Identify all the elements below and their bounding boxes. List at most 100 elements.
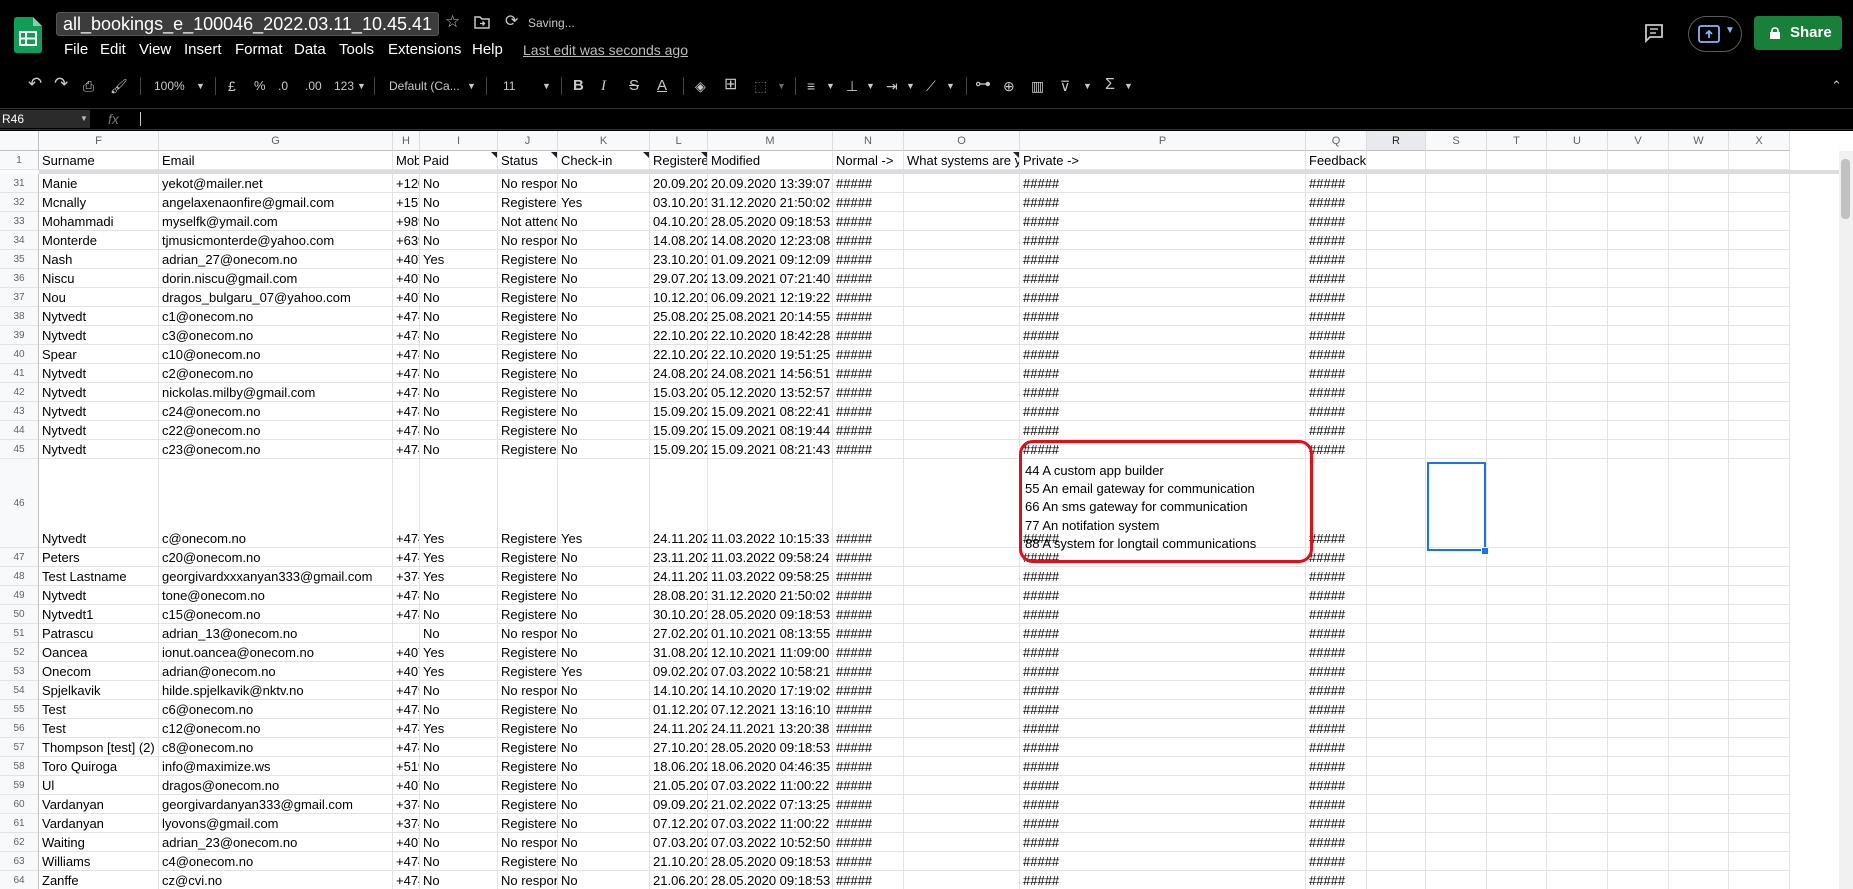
table-cell[interactable]: No xyxy=(420,681,498,700)
table-cell[interactable] xyxy=(1487,421,1547,440)
table-cell[interactable]: c8@onecom.no xyxy=(159,738,393,757)
table-cell[interactable]: 15.09.2021 08:22:41 xyxy=(708,402,833,421)
table-cell[interactable]: Registered xyxy=(498,288,558,307)
table-cell[interactable]: ##### xyxy=(833,681,904,700)
table-cell[interactable] xyxy=(1729,586,1790,605)
table-cell[interactable]: No xyxy=(558,833,650,852)
move-folder-icon[interactable] xyxy=(474,15,490,29)
row-header[interactable]: 56 xyxy=(0,719,39,738)
table-cell[interactable]: +4740874020 xyxy=(393,326,420,345)
table-cell[interactable]: ##### xyxy=(1306,871,1367,889)
table-cell[interactable]: Nytvedt xyxy=(39,421,159,440)
table-cell[interactable]: ##### xyxy=(833,421,904,440)
table-cell[interactable] xyxy=(1426,567,1487,586)
table-cell[interactable]: No xyxy=(558,288,650,307)
table-cell[interactable]: ##### xyxy=(1020,833,1306,852)
table-cell[interactable] xyxy=(1487,193,1547,212)
table-cell[interactable]: Registered xyxy=(498,567,558,586)
table-cell[interactable] xyxy=(1669,833,1729,852)
table-cell[interactable]: ##### xyxy=(833,738,904,757)
table-cell[interactable] xyxy=(1487,852,1547,871)
header-cell[interactable]: Status xyxy=(498,151,558,170)
table-cell[interactable]: 24.11.2021 13:29:34 xyxy=(650,567,708,586)
table-cell[interactable] xyxy=(1487,250,1547,269)
table-cell[interactable]: 31.12.2020 21:50:02 xyxy=(708,586,833,605)
header-cell[interactable]: Email xyxy=(159,151,393,170)
table-cell[interactable]: +4740874020 xyxy=(393,364,420,383)
table-cell[interactable] xyxy=(1487,833,1547,852)
table-cell[interactable]: ##### xyxy=(1020,250,1306,269)
functions-button[interactable]: Σ xyxy=(1105,75,1115,95)
name-box[interactable]: R46 ▼ xyxy=(0,110,90,128)
table-cell[interactable]: Registered xyxy=(498,383,558,402)
table-cell[interactable] xyxy=(1487,662,1547,681)
table-cell[interactable]: 23.10.2017 14:08:59 xyxy=(650,250,708,269)
row-header[interactable]: 52 xyxy=(0,643,39,662)
table-cell[interactable]: lyovons@gmail.com xyxy=(159,814,393,833)
table-cell[interactable] xyxy=(1367,852,1426,871)
table-cell[interactable]: +4740874020 xyxy=(393,852,420,871)
row-header[interactable]: 48 xyxy=(0,567,39,586)
last-edit-link[interactable]: Last edit was seconds ago xyxy=(523,40,688,60)
table-cell[interactable]: ##### xyxy=(833,326,904,345)
table-cell[interactable]: ##### xyxy=(1306,700,1367,719)
table-cell[interactable]: 22.10.2020 18:42:28 xyxy=(708,326,833,345)
table-cell[interactable]: ##### xyxy=(833,269,904,288)
table-cell[interactable]: Oancea xyxy=(39,643,159,662)
table-cell[interactable]: ##### xyxy=(1306,833,1367,852)
table-cell[interactable] xyxy=(1608,421,1669,440)
table-cell[interactable]: ##### xyxy=(1020,269,1306,288)
table-cell[interactable] xyxy=(1608,364,1669,383)
table-cell[interactable]: ##### xyxy=(833,586,904,605)
table-cell[interactable] xyxy=(1608,567,1669,586)
table-cell[interactable]: 18.06.2020 04:46:35 xyxy=(708,757,833,776)
table-cell[interactable]: No xyxy=(420,738,498,757)
table-cell[interactable]: ##### xyxy=(1020,326,1306,345)
table-cell[interactable] xyxy=(904,402,1020,421)
table-cell[interactable]: Nytvedt xyxy=(39,383,159,402)
table-cell[interactable]: Registered xyxy=(498,440,558,459)
table-cell[interactable]: Monterde xyxy=(39,231,159,250)
table-cell[interactable] xyxy=(1729,364,1790,383)
table-cell[interactable] xyxy=(1367,776,1426,795)
column-header-v[interactable]: V xyxy=(1608,131,1669,151)
table-cell[interactable] xyxy=(1487,605,1547,624)
table-cell[interactable]: No xyxy=(558,567,650,586)
table-cell[interactable] xyxy=(1608,719,1669,738)
column-header-i[interactable]: I xyxy=(420,131,498,151)
table-cell[interactable]: adrian_13@onecom.no xyxy=(159,624,393,643)
table-cell[interactable] xyxy=(1669,643,1729,662)
table-cell[interactable]: ##### xyxy=(833,662,904,681)
row-header[interactable]: 40 xyxy=(0,345,39,364)
table-cell[interactable] xyxy=(1367,440,1426,459)
table-cell[interactable]: No xyxy=(558,174,650,193)
table-cell[interactable] xyxy=(1669,814,1729,833)
table-cell[interactable] xyxy=(1367,700,1426,719)
table-cell[interactable]: ##### xyxy=(1020,871,1306,889)
table-cell[interactable]: ##### xyxy=(1020,288,1306,307)
table-cell[interactable] xyxy=(1547,326,1608,345)
table-cell[interactable] xyxy=(1487,383,1547,402)
table-cell[interactable]: ##### xyxy=(1020,364,1306,383)
table-cell[interactable]: 01.09.2021 09:12:09 xyxy=(708,250,833,269)
table-cell[interactable] xyxy=(1729,700,1790,719)
table-cell[interactable]: ##### xyxy=(1020,700,1306,719)
table-cell[interactable]: 07.03.2022 11:00:22 xyxy=(708,814,833,833)
table-cell[interactable]: No xyxy=(558,624,650,643)
table-cell[interactable]: No xyxy=(420,814,498,833)
table-cell[interactable]: +40727393000 xyxy=(393,833,420,852)
table-cell[interactable]: Yes xyxy=(558,459,650,548)
header-cell[interactable] xyxy=(1367,151,1426,170)
table-cell[interactable] xyxy=(1547,776,1608,795)
table-cell[interactable]: No response xyxy=(498,624,558,643)
table-cell[interactable]: No xyxy=(558,700,650,719)
table-cell[interactable]: +4740874020 xyxy=(393,383,420,402)
table-cell[interactable]: 07.03.2022 10:58:21 xyxy=(708,662,833,681)
table-cell[interactable]: 29.07.2021 09:00:51 xyxy=(650,269,708,288)
table-cell[interactable] xyxy=(1729,421,1790,440)
table-cell[interactable]: 11.03.2022 10:15:33 xyxy=(708,459,833,548)
table-cell[interactable]: ##### xyxy=(833,250,904,269)
table-cell[interactable]: No xyxy=(420,193,498,212)
table-cell[interactable]: No xyxy=(558,795,650,814)
table-cell[interactable] xyxy=(1669,250,1729,269)
